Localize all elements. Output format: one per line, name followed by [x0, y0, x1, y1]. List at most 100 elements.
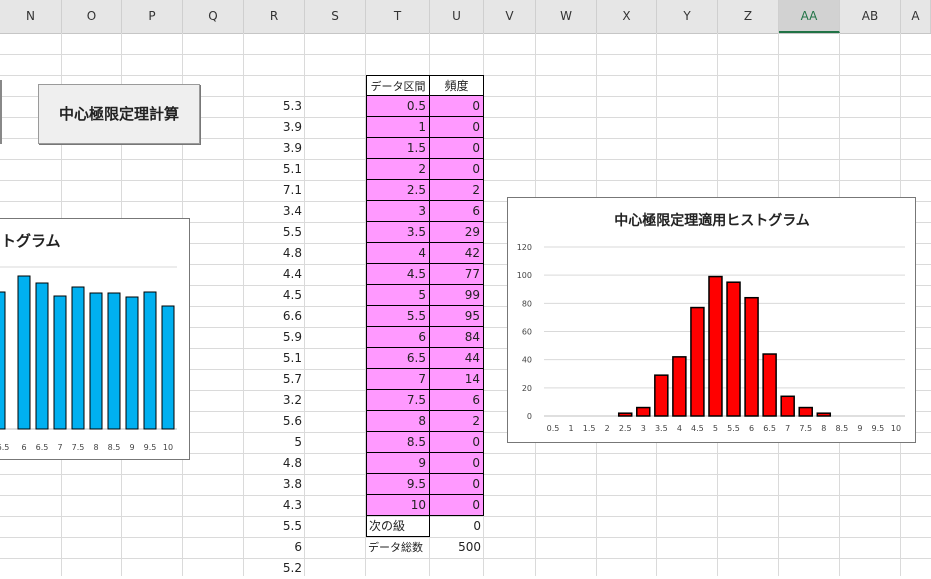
r-cell[interactable]: 5.9	[244, 327, 305, 348]
column-header-s[interactable]: S	[305, 0, 366, 33]
r-cell[interactable]: 5.1	[244, 159, 305, 180]
frequency-cell[interactable]: 44	[430, 348, 484, 369]
left-histogram-bar[interactable]	[0, 291, 6, 430]
column-header-v[interactable]: V	[484, 0, 536, 33]
frequency-cell[interactable]: 77	[430, 264, 484, 285]
r-cell[interactable]: 4.8	[244, 453, 305, 474]
frequency-cell[interactable]: 0	[430, 96, 484, 117]
frequency-cell[interactable]: 0	[430, 138, 484, 159]
interval-cell[interactable]: 2.5	[366, 180, 430, 201]
r-cell[interactable]: 5.1	[244, 348, 305, 369]
frequency-cell[interactable]: 0	[430, 117, 484, 138]
r-cell[interactable]: 5	[244, 432, 305, 453]
r-cell[interactable]: 3.8	[244, 474, 305, 495]
clt-histogram-chart[interactable]: 中心極限定理適用ヒストグラム 0 20 40 60 80 100 120 0.5 1 1.5 2 2.5…	[507, 197, 916, 443]
r-cell[interactable]: 3.4	[244, 201, 305, 222]
left-histogram-bar[interactable]	[17, 275, 31, 430]
interval-cell[interactable]: 1.5	[366, 138, 430, 159]
total-count-value[interactable]: 500	[430, 537, 484, 558]
frequency-cell[interactable]: 29	[430, 222, 484, 243]
histogram-bar[interactable]	[690, 306, 705, 417]
left-histogram-chart[interactable]: トグラム 6.5 6 6.5 7 7.5 8 8.5 9 9.5 10	[0, 218, 190, 460]
frequency-cell[interactable]: 2	[430, 411, 484, 432]
r-cell[interactable]: 5.7	[244, 369, 305, 390]
left-histogram-bar[interactable]	[71, 286, 85, 430]
histogram-bar[interactable]	[708, 275, 723, 417]
r-cell[interactable]: 6.6	[244, 306, 305, 327]
histogram-bar[interactable]	[780, 395, 795, 417]
column-header-q[interactable]: Q	[183, 0, 244, 33]
r-cell[interactable]: 3.2	[244, 390, 305, 411]
interval-cell[interactable]: 6	[366, 327, 430, 348]
histogram-bar[interactable]	[636, 406, 651, 417]
frequency-cell[interactable]: 42	[430, 243, 484, 264]
interval-cell[interactable]: 4	[366, 243, 430, 264]
frequency-cell[interactable]: 0	[430, 474, 484, 495]
table-header-interval[interactable]: データ区間	[366, 75, 430, 96]
r-cell[interactable]: 4.8	[244, 243, 305, 264]
histogram-bar[interactable]	[654, 374, 669, 417]
r-cell[interactable]: 3.9	[244, 138, 305, 159]
frequency-cell[interactable]: 99	[430, 285, 484, 306]
interval-cell[interactable]: 1	[366, 117, 430, 138]
interval-cell[interactable]: 4.5	[366, 264, 430, 285]
interval-cell[interactable]: 8	[366, 411, 430, 432]
column-header-o[interactable]: O	[62, 0, 122, 33]
interval-cell[interactable]: 3	[366, 201, 430, 222]
interval-cell[interactable]: 5	[366, 285, 430, 306]
next-class-value[interactable]: 0	[430, 516, 484, 537]
interval-cell[interactable]: 5.5	[366, 306, 430, 327]
left-histogram-bar[interactable]	[143, 291, 157, 430]
r-cell[interactable]: 5.6	[244, 411, 305, 432]
interval-cell[interactable]: 9	[366, 453, 430, 474]
r-cell[interactable]: 5.5	[244, 516, 305, 537]
interval-cell[interactable]: 7	[366, 369, 430, 390]
next-class-label[interactable]: 次の級	[366, 516, 430, 537]
column-header-n[interactable]: N	[0, 0, 62, 33]
frequency-cell[interactable]: 84	[430, 327, 484, 348]
histogram-bar[interactable]	[672, 356, 687, 417]
column-header-w[interactable]: W	[536, 0, 597, 33]
left-histogram-bar[interactable]	[125, 296, 139, 430]
interval-cell[interactable]: 8.5	[366, 432, 430, 453]
column-header-u[interactable]: U	[430, 0, 484, 33]
histogram-bar[interactable]	[726, 281, 741, 417]
column-header-y[interactable]: Y	[657, 0, 718, 33]
left-histogram-bar[interactable]	[35, 282, 49, 430]
clt-calc-button[interactable]: 中心極限定理計算	[38, 84, 200, 144]
total-count-label[interactable]: データ総数	[366, 537, 430, 558]
interval-cell[interactable]: 10	[366, 495, 430, 516]
interval-cell[interactable]: 6.5	[366, 348, 430, 369]
column-header-z[interactable]: Z	[718, 0, 779, 33]
r-cell[interactable]: 3.9	[244, 117, 305, 138]
frequency-cell[interactable]: 0	[430, 453, 484, 474]
column-header-ab[interactable]: AB	[840, 0, 901, 33]
frequency-cell[interactable]: 14	[430, 369, 484, 390]
left-histogram-bar[interactable]	[161, 305, 175, 430]
interval-cell[interactable]: 0.5	[366, 96, 430, 117]
left-histogram-bar[interactable]	[89, 292, 103, 430]
histogram-bar[interactable]	[744, 296, 759, 417]
column-header-aa[interactable]: AA	[779, 0, 840, 33]
histogram-bar[interactable]	[762, 353, 777, 417]
r-cell[interactable]: 4.4	[244, 264, 305, 285]
left-histogram-bar[interactable]	[53, 295, 67, 430]
r-cell[interactable]: 6	[244, 537, 305, 558]
frequency-cell[interactable]: 2	[430, 180, 484, 201]
frequency-cell[interactable]: 0	[430, 432, 484, 453]
r-cell[interactable]: 4.3	[244, 495, 305, 516]
column-header-r[interactable]: R	[244, 0, 305, 33]
interval-cell[interactable]: 9.5	[366, 474, 430, 495]
frequency-cell[interactable]: 6	[430, 201, 484, 222]
r-cell[interactable]: 5.3	[244, 96, 305, 117]
histogram-bar[interactable]	[798, 406, 813, 417]
frequency-cell[interactable]: 6	[430, 390, 484, 411]
table-header-frequency[interactable]: 頻度	[430, 75, 484, 96]
interval-cell[interactable]: 7.5	[366, 390, 430, 411]
interval-cell[interactable]: 2	[366, 159, 430, 180]
r-cell[interactable]: 4.5	[244, 285, 305, 306]
histogram-bar[interactable]	[816, 412, 832, 417]
column-header-a[interactable]: A	[901, 0, 931, 33]
frequency-cell[interactable]: 95	[430, 306, 484, 327]
frequency-cell[interactable]: 0	[430, 495, 484, 516]
